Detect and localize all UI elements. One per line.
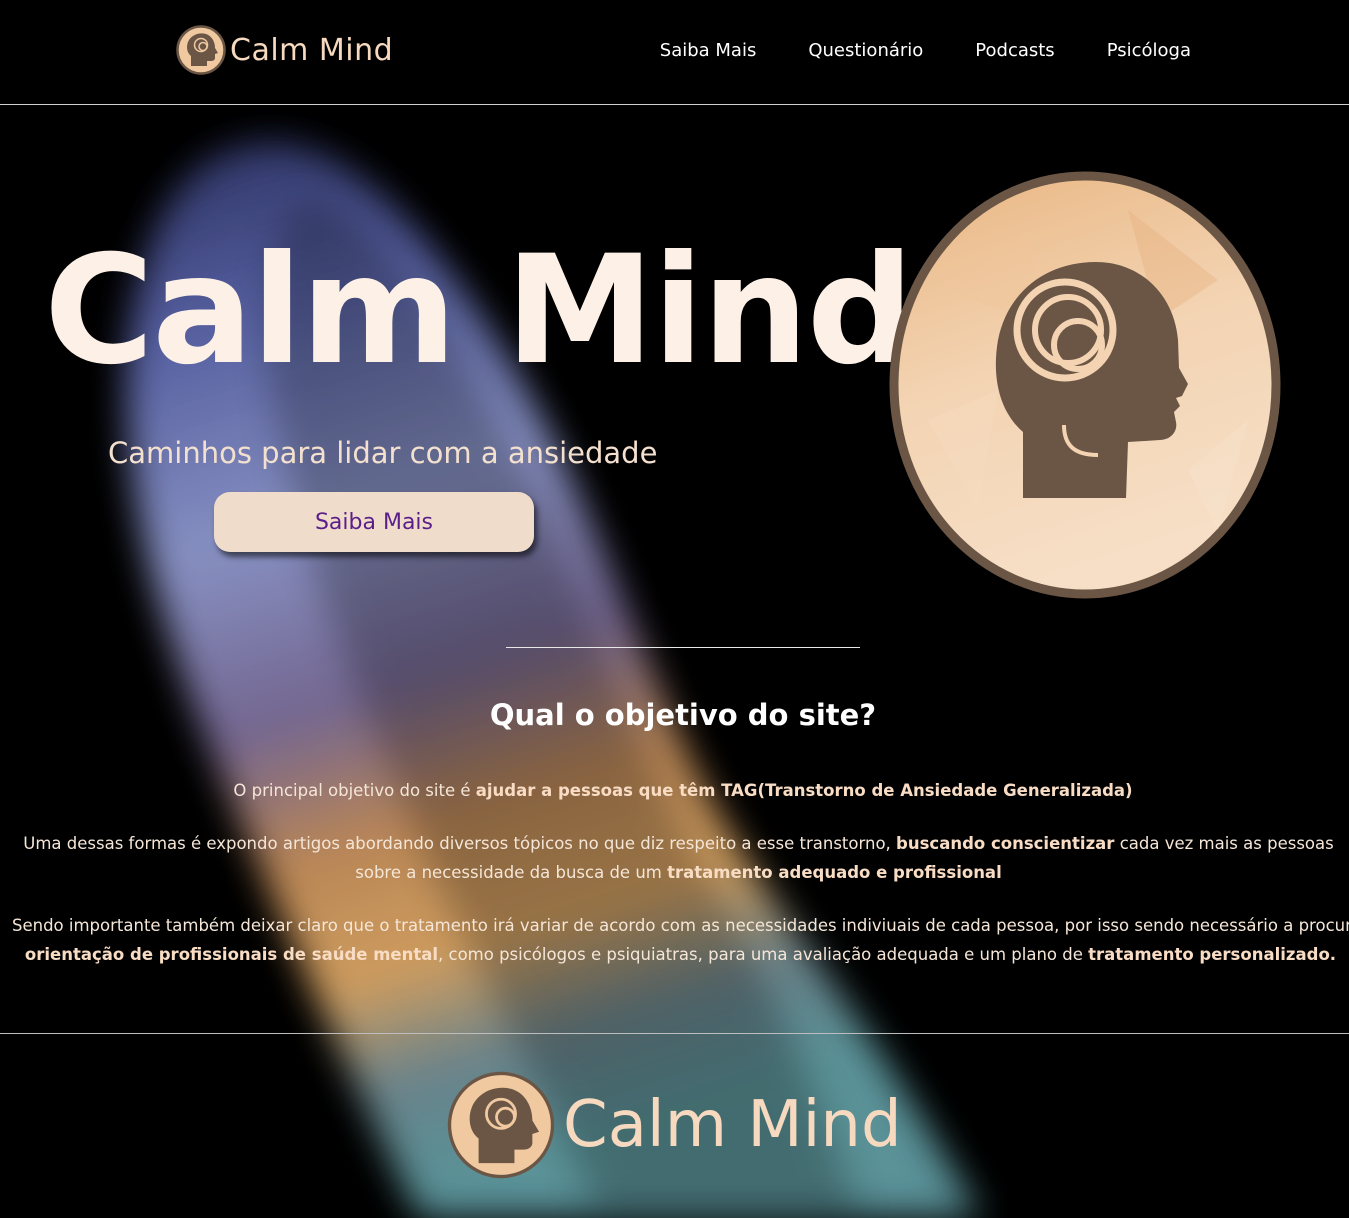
about-p2-highlight-b: tratamento adequado e profissional [667, 863, 1002, 882]
nav-link-psicologa[interactable]: Psicóloga [1107, 40, 1191, 61]
about-title: Qual o objetivo do site? [489, 698, 877, 732]
site-header: Calm Mind Saiba Mais Questionário Podcas… [0, 0, 1349, 105]
about-p1-highlight: ajudar a pessoas que têm TAG(Transtorno … [475, 781, 1133, 800]
section-divider [506, 647, 860, 648]
footer-brand-name: Calm Mind [563, 1088, 902, 1162]
head-spiral-logo-icon [889, 171, 1281, 599]
header-brand[interactable]: Calm Mind [176, 25, 393, 75]
hero-subtitle: Caminhos para lidar com a ansiedade [108, 436, 658, 470]
saiba-mais-button[interactable]: Saiba Mais [214, 492, 534, 552]
nav-link-questionario[interactable]: Questionário [808, 40, 923, 61]
footer-brand: Calm Mind [445, 1068, 902, 1182]
about-paragraph-3: Sendo importante também deixar claro que… [12, 911, 1349, 969]
about-p3-highlight-a: orientação de profissionais de saúde men… [24, 945, 439, 964]
head-spiral-logo-icon [176, 25, 226, 75]
head-spiral-logo-icon [447, 1071, 555, 1179]
about-p3-highlight-b: tratamento personalizado. [1088, 945, 1337, 964]
about-p1-text: O principal objetivo do site é [233, 781, 476, 800]
nav-link-saiba-mais[interactable]: Saiba Mais [660, 40, 757, 61]
about-p3-text-a: Sendo importante também deixar claro que… [12, 916, 1349, 935]
header-brand-name: Calm Mind [230, 32, 394, 68]
about-p2-text-a: Uma dessas formas é expondo artigos abor… [23, 834, 897, 853]
hero-title: Calm Mind [44, 224, 914, 398]
about-p3-text-b: , como psicólogos e psiquiatras, para um… [438, 945, 1089, 964]
main-nav: Saiba Mais Questionário Podcasts Psicólo… [660, 40, 1191, 61]
about-p2-highlight-a: buscando conscientizar [896, 834, 1115, 853]
page: Calm Mind Saiba Mais Questionário Podcas… [0, 0, 1349, 1218]
footer-divider [0, 1033, 1349, 1034]
about-paragraph-1: O principal objetivo do site é ajudar a … [0, 776, 1349, 805]
nav-link-podcasts[interactable]: Podcasts [975, 40, 1054, 61]
about-paragraph-2: Uma dessas formas é expondo artigos abor… [8, 829, 1349, 887]
